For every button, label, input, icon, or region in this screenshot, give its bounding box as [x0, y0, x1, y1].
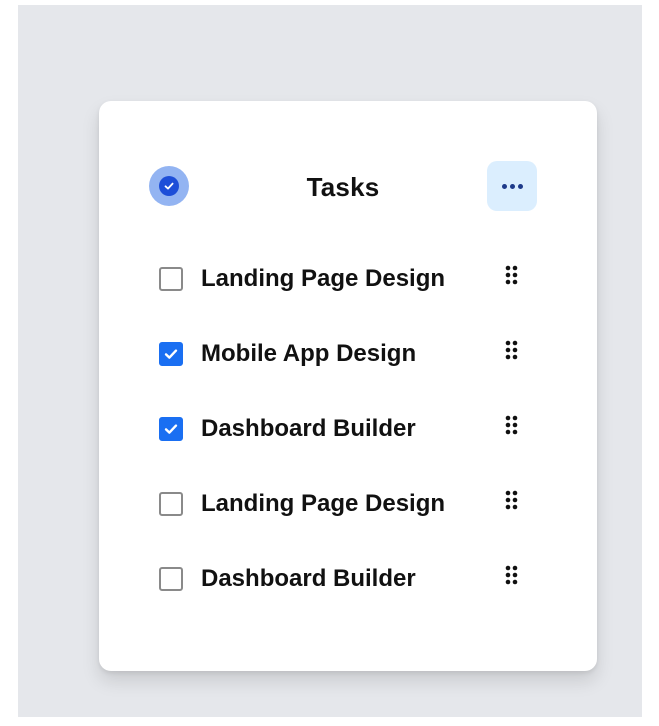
- more-horizontal-icon: [501, 183, 507, 189]
- task-label: Dashboard Builder: [201, 565, 416, 592]
- task-label: Landing Page Design: [201, 265, 446, 292]
- task-list: Landing Page Design Mobile App Design Da…: [159, 241, 529, 616]
- task-row: Landing Page Design: [159, 241, 529, 316]
- task-row: Dashboard Builder: [159, 541, 529, 616]
- task-checkbox[interactable]: [159, 342, 183, 366]
- drag-handle-icon[interactable]: [504, 340, 520, 360]
- more-dot: [517, 183, 523, 189]
- task-checkbox[interactable]: [159, 567, 183, 591]
- task-label: Mobile App Design: [201, 340, 417, 367]
- task-row: Mobile App Design: [159, 316, 529, 391]
- drag-handle-icon[interactable]: [504, 265, 520, 285]
- card-header: Tasks: [149, 161, 537, 211]
- page-background: Tasks Landing Page Design Mobile App Des…: [18, 5, 642, 717]
- task-row: Dashboard Builder: [159, 391, 529, 466]
- drag-handle-icon[interactable]: [504, 415, 520, 435]
- drag-handle-icon[interactable]: [504, 490, 520, 510]
- task-checkbox[interactable]: [159, 492, 183, 516]
- task-label: Landing Page Design: [201, 490, 446, 517]
- more-options-button[interactable]: [487, 161, 537, 211]
- drag-handle-icon[interactable]: [504, 565, 520, 585]
- task-checkbox[interactable]: [159, 417, 183, 441]
- task-label: Dashboard Builder: [201, 415, 416, 442]
- task-row: Landing Page Design: [159, 466, 529, 541]
- tasks-card: Tasks Landing Page Design Mobile App Des…: [99, 101, 597, 671]
- task-checkbox[interactable]: [159, 267, 183, 291]
- checkmark-icon: [164, 349, 178, 359]
- checkmark-icon: [164, 424, 178, 434]
- card-title: Tasks: [306, 172, 380, 202]
- more-dot: [509, 183, 515, 189]
